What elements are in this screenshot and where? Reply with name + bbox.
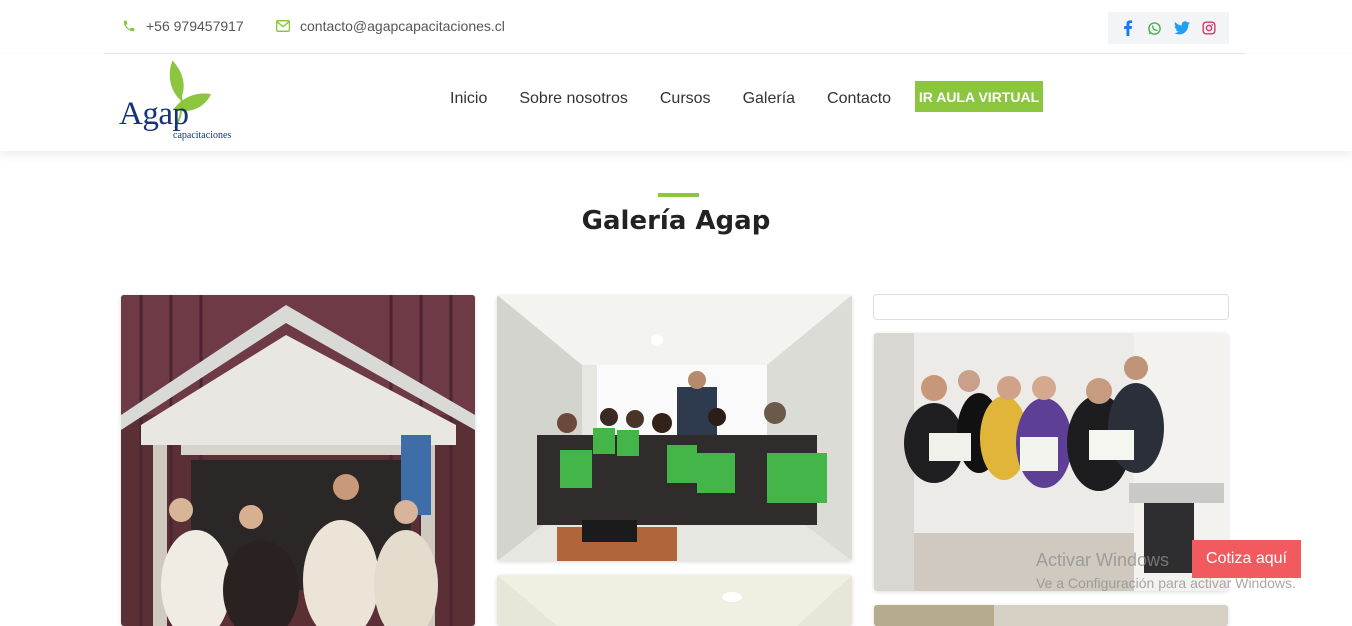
nav-contacto[interactable]: Contacto xyxy=(827,90,891,108)
aula-virtual-button[interactable]: IR AULA VIRTUAL xyxy=(915,81,1043,112)
logo-subtext: capacitaciones xyxy=(173,130,232,141)
page-title: Galería Agap xyxy=(581,206,771,236)
phone-number: +56 979457917 xyxy=(146,18,244,34)
phone-contact[interactable]: +56 979457917 xyxy=(122,18,244,34)
instagram-icon[interactable] xyxy=(1199,18,1219,38)
gallery-caption-box xyxy=(873,294,1229,320)
gallery-photo[interactable] xyxy=(497,575,852,626)
gallery-image-room xyxy=(497,575,852,626)
gallery-image-shed xyxy=(121,295,475,626)
windows-activation-title: Activar Windows xyxy=(1036,550,1170,570)
gallery-photo[interactable] xyxy=(874,605,1228,626)
gallery-image-room-2 xyxy=(874,605,1228,626)
gallery-image-classroom xyxy=(497,295,852,561)
nav-galeria[interactable]: Galería xyxy=(743,90,795,108)
nav-cursos[interactable]: Cursos xyxy=(660,90,711,108)
main-header: Agap capacitaciones Inicio Sobre nosotro… xyxy=(0,54,1352,151)
envelope-icon xyxy=(276,20,290,32)
gallery-photo[interactable] xyxy=(121,295,475,626)
nav-inicio[interactable]: Inicio xyxy=(450,90,487,108)
top-bar: +56 979457917 contacto@agapcapacitacione… xyxy=(104,0,1245,54)
nav-sobre-nosotros[interactable]: Sobre nosotros xyxy=(519,90,628,108)
whatsapp-icon[interactable] xyxy=(1145,18,1165,38)
phone-icon xyxy=(123,20,135,32)
twitter-icon[interactable] xyxy=(1172,18,1192,38)
email-contact[interactable]: contacto@agapcapacitaciones.cl xyxy=(276,18,505,34)
facebook-icon[interactable] xyxy=(1118,18,1138,38)
main-nav: Inicio Sobre nosotros Cursos Galería Con… xyxy=(450,90,923,108)
quote-button[interactable]: Cotiza aquí xyxy=(1192,540,1301,578)
agap-logo[interactable]: Agap capacitaciones xyxy=(117,58,247,144)
title-accent-bar xyxy=(658,193,699,197)
gallery-photo[interactable] xyxy=(497,295,852,561)
social-links xyxy=(1108,12,1229,44)
page: +56 979457917 contacto@agapcapacitacione… xyxy=(0,0,1352,626)
email-address: contacto@agapcapacitaciones.cl xyxy=(300,18,505,34)
logo-text: Agap xyxy=(119,96,189,132)
